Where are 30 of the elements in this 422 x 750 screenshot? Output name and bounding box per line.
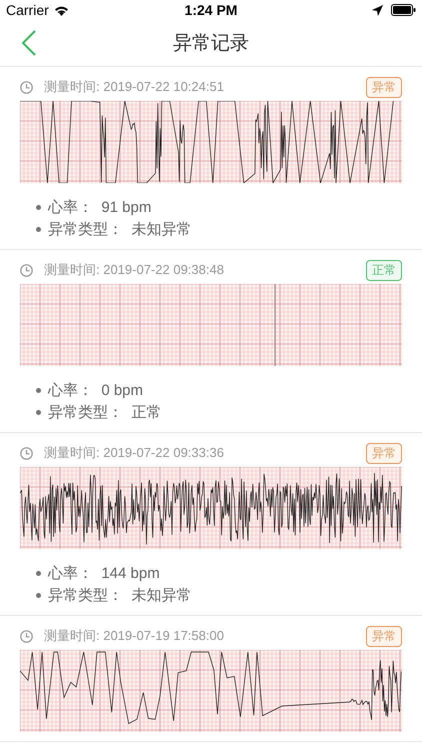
status-tag: 异常 (366, 626, 402, 646)
detail-text: 异常类型： 正常 (48, 402, 162, 422)
battery-icon (391, 4, 416, 16)
bullet-dot (36, 226, 41, 232)
clock-icon (20, 446, 33, 460)
measure-time: 测量时间: 2019-07-19 17:58:00 (44, 627, 225, 645)
clock-icon (20, 264, 33, 276)
location-arrow-icon (372, 4, 383, 16)
status-tag: 异常 (366, 442, 402, 464)
clock-time: 1:24 PM (184, 2, 238, 18)
bullet-dot (36, 204, 41, 210)
detail-text: 异常类型： 未知异常 (48, 220, 192, 238)
status-tag: 正常 (366, 260, 402, 280)
detail-text: 心率： 144 bpm (48, 564, 160, 582)
bullet-dot (36, 410, 41, 414)
status-tag: 异常 (366, 76, 402, 98)
measure-time: 测量时间: 2019-07-22 09:38:48 (44, 261, 225, 279)
measure-time: 测量时间: 2019-07-22 10:24:51 (44, 78, 225, 96)
bullet-dot (36, 592, 41, 598)
bullet-dot (36, 388, 41, 392)
clock-icon (20, 80, 33, 94)
page-title: 异常记录 (173, 32, 249, 56)
bullet-dot (36, 570, 41, 576)
measure-time: 测量时间: 2019-07-22 09:33:36 (44, 444, 225, 462)
detail-text: 异常类型： 未知异常 (48, 586, 192, 604)
detail-text: 心率： 0 bpm (48, 380, 144, 400)
detail-text: 心率： 91 bpm (48, 198, 152, 216)
clock-icon (20, 630, 33, 642)
wifi-icon (54, 4, 69, 16)
carrier-name: Carrier (6, 2, 49, 18)
